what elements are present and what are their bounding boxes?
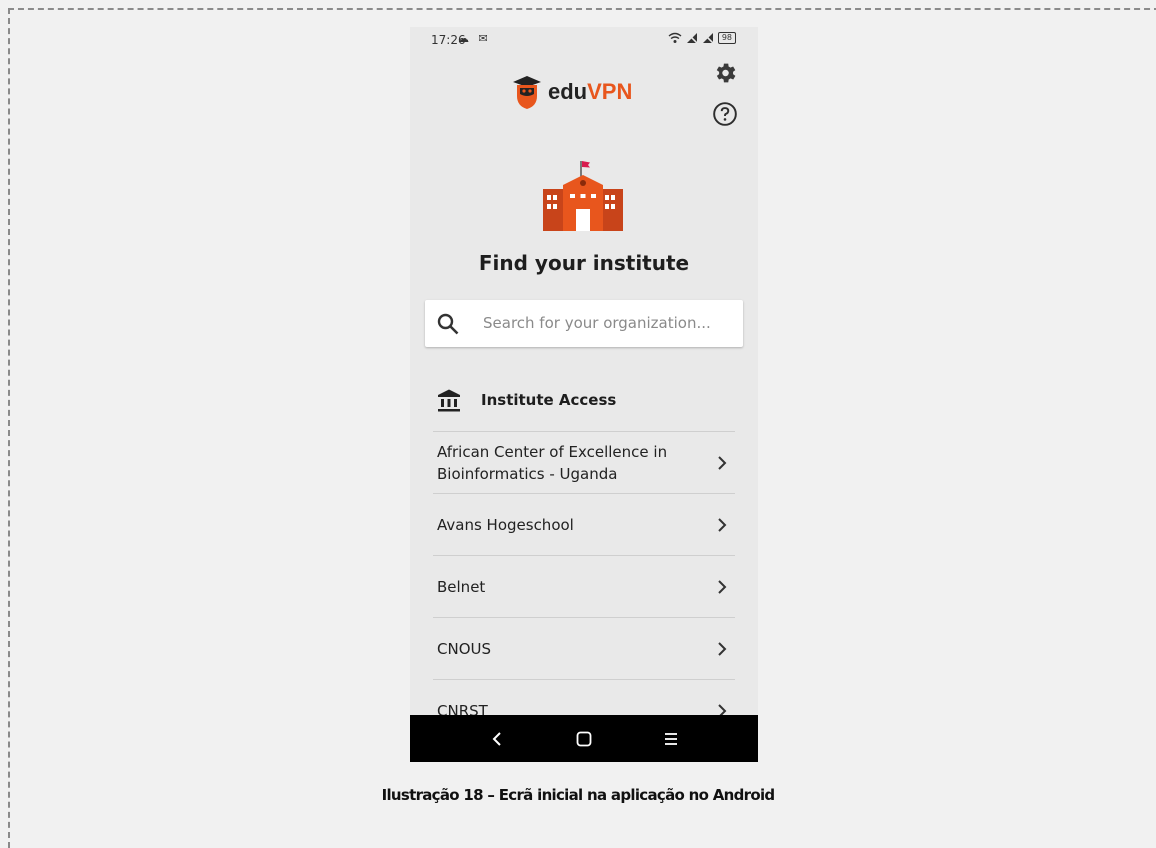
settings-gear-icon[interactable] <box>712 60 738 86</box>
institute-name: Avans Hogeschool <box>437 515 574 534</box>
list-item[interactable]: Avans Hogeschool <box>433 493 735 555</box>
owl-logo-icon <box>513 76 541 109</box>
chevron-right-icon <box>718 641 727 656</box>
wifi-icon <box>668 32 682 43</box>
institute-building-icon <box>543 161 623 231</box>
status-icons: 98 <box>668 32 736 44</box>
battery-icon: 98 <box>717 32 736 44</box>
chevron-right-icon <box>718 579 727 594</box>
chevron-right-icon <box>718 517 727 532</box>
institute-name: African Center of Excellence in Bioinfor… <box>437 442 668 483</box>
back-icon[interactable] <box>488 729 508 749</box>
logo-vpn-text: VPN <box>587 79 633 104</box>
phone-screen: 17:26 ☁ ✉ 98 eduVPN Find your institute … <box>410 27 758 762</box>
institute-list: African Center of Excellence in Bioinfor… <box>433 431 735 741</box>
status-bar: 17:26 ☁ ✉ 98 <box>410 27 758 53</box>
no-signal-icon <box>685 32 698 44</box>
logo-edu-text: edu <box>548 79 588 104</box>
institute-name: CNOUS <box>437 639 492 658</box>
app-logo: eduVPN <box>512 72 632 112</box>
no-signal-icon-2 <box>701 32 714 44</box>
section-title: Institute Access <box>481 391 617 409</box>
search-box[interactable] <box>425 300 743 347</box>
logo-wordmark: eduVPN <box>548 79 632 105</box>
recent-apps-icon[interactable] <box>661 729 681 749</box>
search-input[interactable] <box>483 312 733 334</box>
search-icon <box>437 313 459 335</box>
help-icon[interactable] <box>712 101 738 127</box>
list-item[interactable]: CNOUS <box>433 617 735 679</box>
page-title: Find your institute <box>478 251 690 275</box>
institute-access-icon <box>438 389 460 412</box>
home-icon[interactable] <box>574 729 594 749</box>
institute-name: Belnet <box>437 577 486 596</box>
list-item[interactable]: African Center of Excellence in Bioinfor… <box>433 431 735 493</box>
section-header-institute-access: Institute Access <box>437 385 737 415</box>
android-nav-bar <box>410 715 758 762</box>
chevron-right-icon <box>718 455 727 470</box>
list-item[interactable]: Belnet <box>433 555 735 617</box>
notification-icons: ☁ ✉ <box>458 32 491 45</box>
figure-caption: Ilustração 18 – Ecrã inicial na aplicaçã… <box>381 786 776 804</box>
